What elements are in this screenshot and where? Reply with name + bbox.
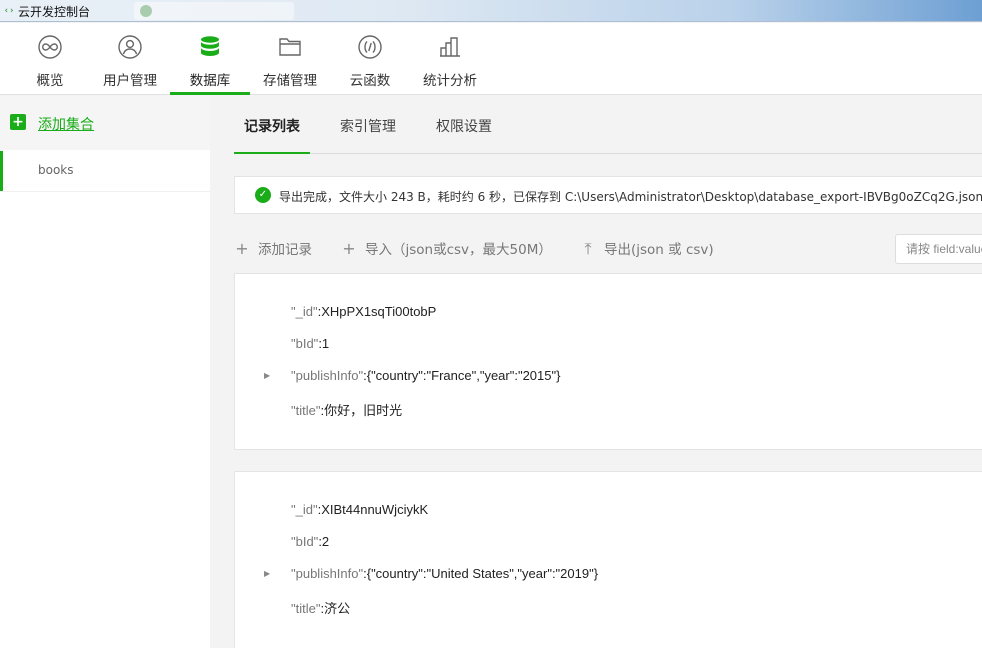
- field-value: :2: [318, 534, 330, 549]
- nav-label: 云函数: [349, 73, 391, 89]
- field-value: :XHpPX1sqTi00tobP: [317, 304, 437, 319]
- field-value: :1: [318, 336, 330, 351]
- plus-icon: +: [10, 114, 26, 130]
- folder-icon: [279, 38, 301, 56]
- database-icon: [201, 36, 219, 56]
- expand-arrow-icon[interactable]: ▶: [264, 569, 272, 579]
- plus-icon: +: [235, 239, 249, 258]
- export-button[interactable]: ⤒ 导出(json 或 csv): [580, 238, 714, 258]
- window-titlebar: ‹› 云开发控制台: [0, 0, 982, 22]
- tab-bar: 记录列表 索引管理 权限设置: [234, 96, 982, 154]
- top-nav: 概览 用户管理 数据库 存储管理 云函数 统计分析: [0, 23, 982, 95]
- expand-arrow-icon[interactable]: ▶: [264, 371, 272, 381]
- record-field: "bId":2: [291, 534, 329, 549]
- record-field: "_id":XHpPX1sqTi00tobP: [291, 304, 436, 319]
- nav-overview[interactable]: 概览: [26, 23, 74, 95]
- nav-analytics[interactable]: 统计分析: [420, 23, 480, 95]
- nav-functions[interactable]: 云函数: [346, 23, 394, 95]
- field-value: :你好，旧时光: [320, 403, 403, 418]
- field-key: "publishInfo": [291, 566, 364, 581]
- record-toolbar: + 添加记录 + 导入（json或csv，最大50M） ⤒ 导出(json 或 csv…: [234, 234, 982, 264]
- collection-sidebar: + 添加集合 books: [0, 96, 210, 648]
- function-icon: [358, 35, 382, 59]
- notice-message: 导出完成，文件大小 243 B，耗时约 6 秒，已保存到 C:\Users\Ad…: [279, 190, 982, 204]
- record-field: "title":济公: [291, 598, 350, 617]
- upload-icon: ⤒: [584, 239, 592, 258]
- record-field: "_id":XIBt44nnuWjciykK: [291, 502, 428, 517]
- field-key: "bId": [291, 336, 319, 351]
- export-label: 导出(json 或 csv): [604, 242, 714, 258]
- import-button[interactable]: + 导入（json或csv，最大50M）: [341, 238, 552, 258]
- field-value: :XIBt44nnuWjciykK: [317, 502, 429, 517]
- nav-label: 用户管理: [103, 73, 157, 89]
- bar-chart-icon: [440, 37, 460, 57]
- sidebar-header: + 添加集合: [0, 96, 210, 150]
- nav-users[interactable]: 用户管理: [100, 23, 160, 95]
- record-field: "publishInfo":{"country":"United States"…: [291, 566, 598, 581]
- field-value: :{"country":"France","year":"2015"}: [363, 368, 561, 383]
- nav-storage[interactable]: 存储管理: [260, 23, 320, 95]
- collection-name: books: [38, 163, 74, 177]
- add-record-label: 添加记录: [258, 242, 312, 258]
- nav-database[interactable]: 数据库: [170, 23, 250, 95]
- app-logo-icon: ‹›: [3, 6, 15, 16]
- record-field: "title":你好，旧时光: [291, 400, 402, 419]
- add-collection-label: 添加集合: [38, 117, 94, 133]
- export-success-notice: ✓ 导出完成，文件大小 243 B，耗时约 6 秒，已保存到 C:\Users\…: [234, 176, 982, 214]
- field-value: :济公: [320, 601, 351, 616]
- check-circle-icon: ✓: [255, 187, 271, 203]
- background-window-tab[interactable]: [134, 2, 294, 20]
- plus-icon: +: [342, 239, 356, 258]
- divider: [0, 191, 210, 192]
- field-key: "_id": [291, 304, 318, 319]
- tab-indexes[interactable]: 索引管理: [340, 116, 396, 154]
- collection-item-books[interactable]: books: [0, 151, 210, 191]
- add-record-button[interactable]: + 添加记录: [234, 238, 312, 258]
- record-card[interactable]: "_id":XHpPX1sqTi00tobP "bId":1 ▶ "publis…: [234, 273, 982, 450]
- field-key: "publishInfo": [291, 368, 364, 383]
- field-key: "title": [291, 601, 321, 616]
- field-key: "bId": [291, 534, 319, 549]
- nav-label: 统计分析: [423, 73, 477, 89]
- record-field: "bId":1: [291, 336, 329, 351]
- infinity-icon: [38, 35, 62, 59]
- nav-label: 存储管理: [263, 73, 317, 89]
- user-icon: [118, 35, 142, 59]
- record-card[interactable]: "_id":XIBt44nnuWjciykK "bId":2 ▶ "publis…: [234, 471, 982, 648]
- search-input[interactable]: 请按 field:value: [895, 234, 982, 264]
- tab-permissions[interactable]: 权限设置: [436, 116, 492, 154]
- import-label: 导入（json或csv，最大50M）: [365, 242, 552, 258]
- record-field: "publishInfo":{"country":"France","year"…: [291, 368, 560, 383]
- field-key: "title": [291, 403, 321, 418]
- field-value: :{"country":"United States","year":"2019…: [363, 566, 599, 581]
- tab-favicon-icon: [140, 5, 152, 17]
- window-title: 云开发控制台: [18, 5, 91, 19]
- tab-records[interactable]: 记录列表: [234, 116, 310, 154]
- main-panel: 记录列表 索引管理 权限设置 ✓ 导出完成，文件大小 243 B，耗时约 6 秒…: [210, 96, 982, 648]
- nav-label: 概览: [36, 73, 64, 89]
- field-key: "_id": [291, 502, 318, 517]
- nav-label: 数据库: [189, 73, 231, 89]
